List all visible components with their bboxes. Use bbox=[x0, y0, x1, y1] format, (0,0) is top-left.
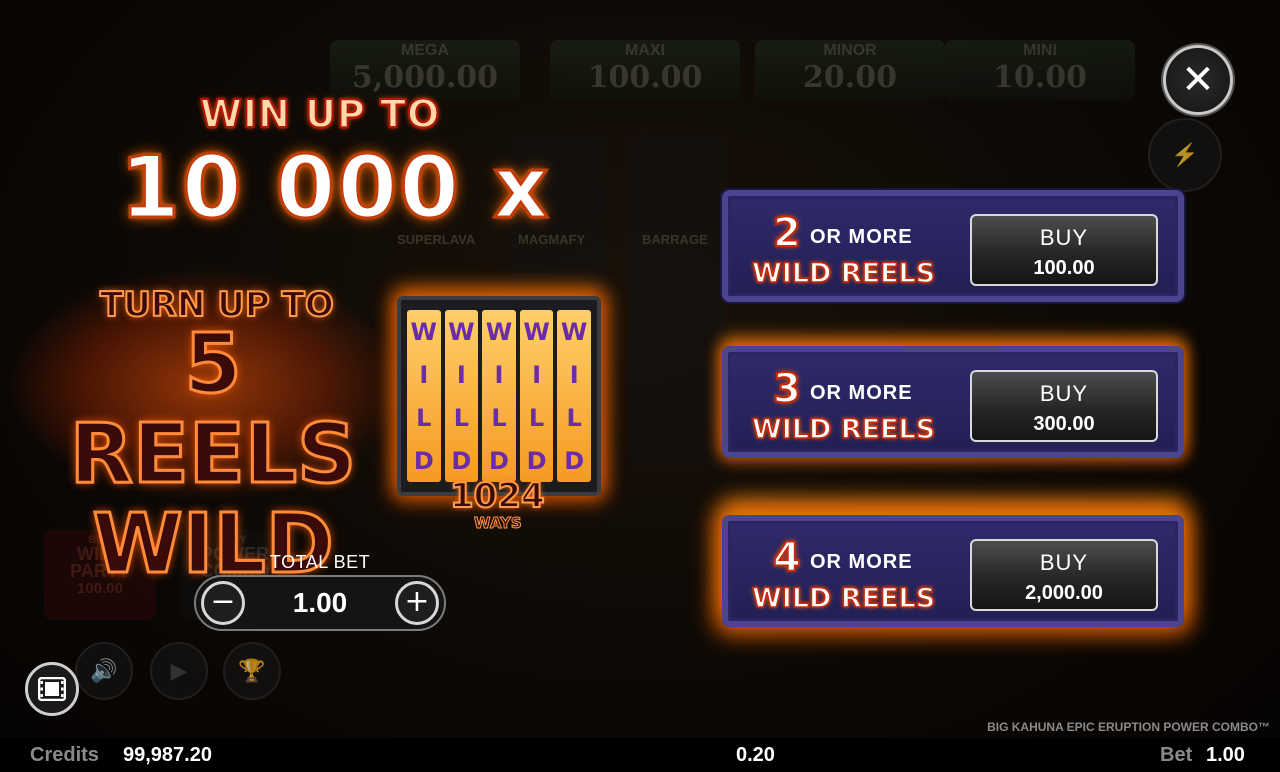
background-reel bbox=[630, 135, 725, 465]
wild-reels-illustration: W I L D W I L D W I L D W I L D W I L D bbox=[397, 296, 601, 496]
jackpot-value: 20.00 bbox=[803, 60, 897, 95]
paytable-icon: ▶ bbox=[150, 642, 208, 700]
reel-letter: W bbox=[410, 317, 438, 346]
wild-reels-label: WILD REELS bbox=[751, 413, 936, 446]
reel-letter: W bbox=[448, 317, 475, 346]
trophy-icon: 🏆 bbox=[223, 642, 281, 700]
reel-letter: D bbox=[526, 446, 547, 475]
reel-letter: W bbox=[523, 317, 550, 346]
jackpot-maxi: MAXI 100.00 bbox=[550, 40, 740, 100]
reel-letter: L bbox=[491, 403, 507, 432]
win-value: 0.20 bbox=[736, 744, 775, 766]
increase-bet-button[interactable]: + bbox=[395, 581, 439, 625]
buy-button[interactable]: BUY 2,000.00 bbox=[970, 539, 1158, 611]
jackpot-name: MINI bbox=[1023, 42, 1057, 59]
lightning-icon: ⚡ bbox=[1148, 118, 1222, 192]
jackpot-name: MINOR bbox=[823, 42, 877, 59]
reels-wild-heading: 5 REELS WILD bbox=[38, 317, 388, 591]
credits-value: 99,987.20 bbox=[123, 744, 212, 766]
buy-price: 300.00 bbox=[1033, 413, 1095, 435]
jackpot-name: MAXI bbox=[625, 42, 665, 59]
win-up-to-heading: WIN UP TO bbox=[199, 91, 441, 137]
reel-letter: L bbox=[453, 403, 470, 432]
jackpot-value: 5,000.00 bbox=[351, 60, 499, 95]
buy-price: 2,000.00 bbox=[1025, 582, 1103, 604]
reel-letter: D bbox=[451, 446, 472, 475]
wild-reel: W I L D bbox=[407, 310, 441, 482]
reel-letter: L bbox=[416, 403, 432, 432]
sound-icon: 🔊 bbox=[75, 642, 133, 700]
wild-reel: W I L D bbox=[444, 310, 479, 482]
close-button[interactable]: ✕ bbox=[1163, 45, 1233, 115]
reel-letter: D bbox=[413, 446, 434, 475]
bet-value: 1.00 bbox=[1206, 744, 1245, 766]
jackpot-value: 10.00 bbox=[993, 60, 1087, 95]
or-more-label: OR MORE bbox=[810, 551, 913, 573]
wild-reels-label: WILD REELS bbox=[751, 257, 936, 290]
wild-reel-count: 3 bbox=[772, 365, 802, 413]
buy-option-3-wild-reels: 3 OR MORE WILD REELS BUY 300.00 bbox=[722, 346, 1184, 458]
buy-label: BUY bbox=[1039, 550, 1089, 575]
or-more-label: OR MORE bbox=[810, 226, 913, 248]
max-multiplier: 10 000 x bbox=[119, 137, 551, 240]
reel-letter: I bbox=[532, 360, 542, 389]
jackpot-mini: MINI 10.00 bbox=[945, 40, 1135, 100]
wild-reel-count: 4 bbox=[772, 534, 802, 582]
buy-button[interactable]: BUY 100.00 bbox=[970, 214, 1158, 286]
jackpot-minor: MINOR 20.00 bbox=[755, 40, 945, 100]
ways-label: WAYS bbox=[474, 514, 523, 533]
close-icon: ✕ bbox=[1181, 57, 1215, 103]
video-button[interactable] bbox=[25, 662, 79, 716]
reel-letter: L bbox=[566, 403, 582, 432]
wild-reels-label: WILD REELS bbox=[751, 582, 936, 615]
or-more-label: OR MORE bbox=[810, 382, 913, 404]
reel-letter: I bbox=[569, 360, 579, 389]
wild-reel: W I L D bbox=[482, 310, 516, 482]
total-bet-value: 1.00 bbox=[292, 587, 348, 618]
jackpot-mega: MEGA 5,000.00 bbox=[330, 40, 520, 100]
total-bet-stepper: − 1.00 + bbox=[194, 575, 446, 631]
wild-reel-count: 2 bbox=[772, 209, 802, 257]
wild-reel: W I L D bbox=[557, 310, 591, 482]
film-icon bbox=[38, 677, 66, 701]
buy-label: BUY bbox=[1039, 225, 1089, 250]
jackpot-value: 100.00 bbox=[587, 60, 703, 95]
wild-reel: W I L D bbox=[519, 310, 554, 482]
reel-letter: I bbox=[419, 360, 429, 389]
bet-label: Bet bbox=[1160, 744, 1193, 766]
jackpot-name: MEGA bbox=[401, 42, 449, 59]
reel-letter: W bbox=[560, 317, 588, 346]
buy-label: BUY bbox=[1039, 381, 1089, 406]
reel-letter: D bbox=[564, 446, 585, 475]
game-title: BIG KAHUNA EPIC ERUPTION POWER COMBO™ bbox=[987, 720, 1270, 734]
total-bet-label: TOTAL BET bbox=[269, 552, 371, 572]
ways-number: 1024 bbox=[449, 475, 546, 517]
feature-barrage: BARRAGE bbox=[642, 232, 708, 247]
decrease-bet-button[interactable]: − bbox=[201, 581, 245, 625]
buy-price: 100.00 bbox=[1033, 257, 1095, 279]
buy-option-4-wild-reels: 4 OR MORE WILD REELS BUY 2,000.00 bbox=[722, 515, 1184, 627]
buy-option-2-wild-reels: 2 OR MORE WILD REELS BUY 100.00 bbox=[722, 190, 1184, 302]
reel-letter: W bbox=[485, 317, 513, 346]
reels-wild-line1: 5 REELS bbox=[68, 317, 357, 502]
reel-letter: D bbox=[489, 446, 509, 475]
reel-letter: L bbox=[528, 403, 545, 432]
reel-letter: I bbox=[456, 360, 466, 389]
buy-button[interactable]: BUY 300.00 bbox=[970, 370, 1158, 442]
credits-label: Credits bbox=[30, 744, 99, 766]
reel-letter: I bbox=[494, 360, 504, 389]
